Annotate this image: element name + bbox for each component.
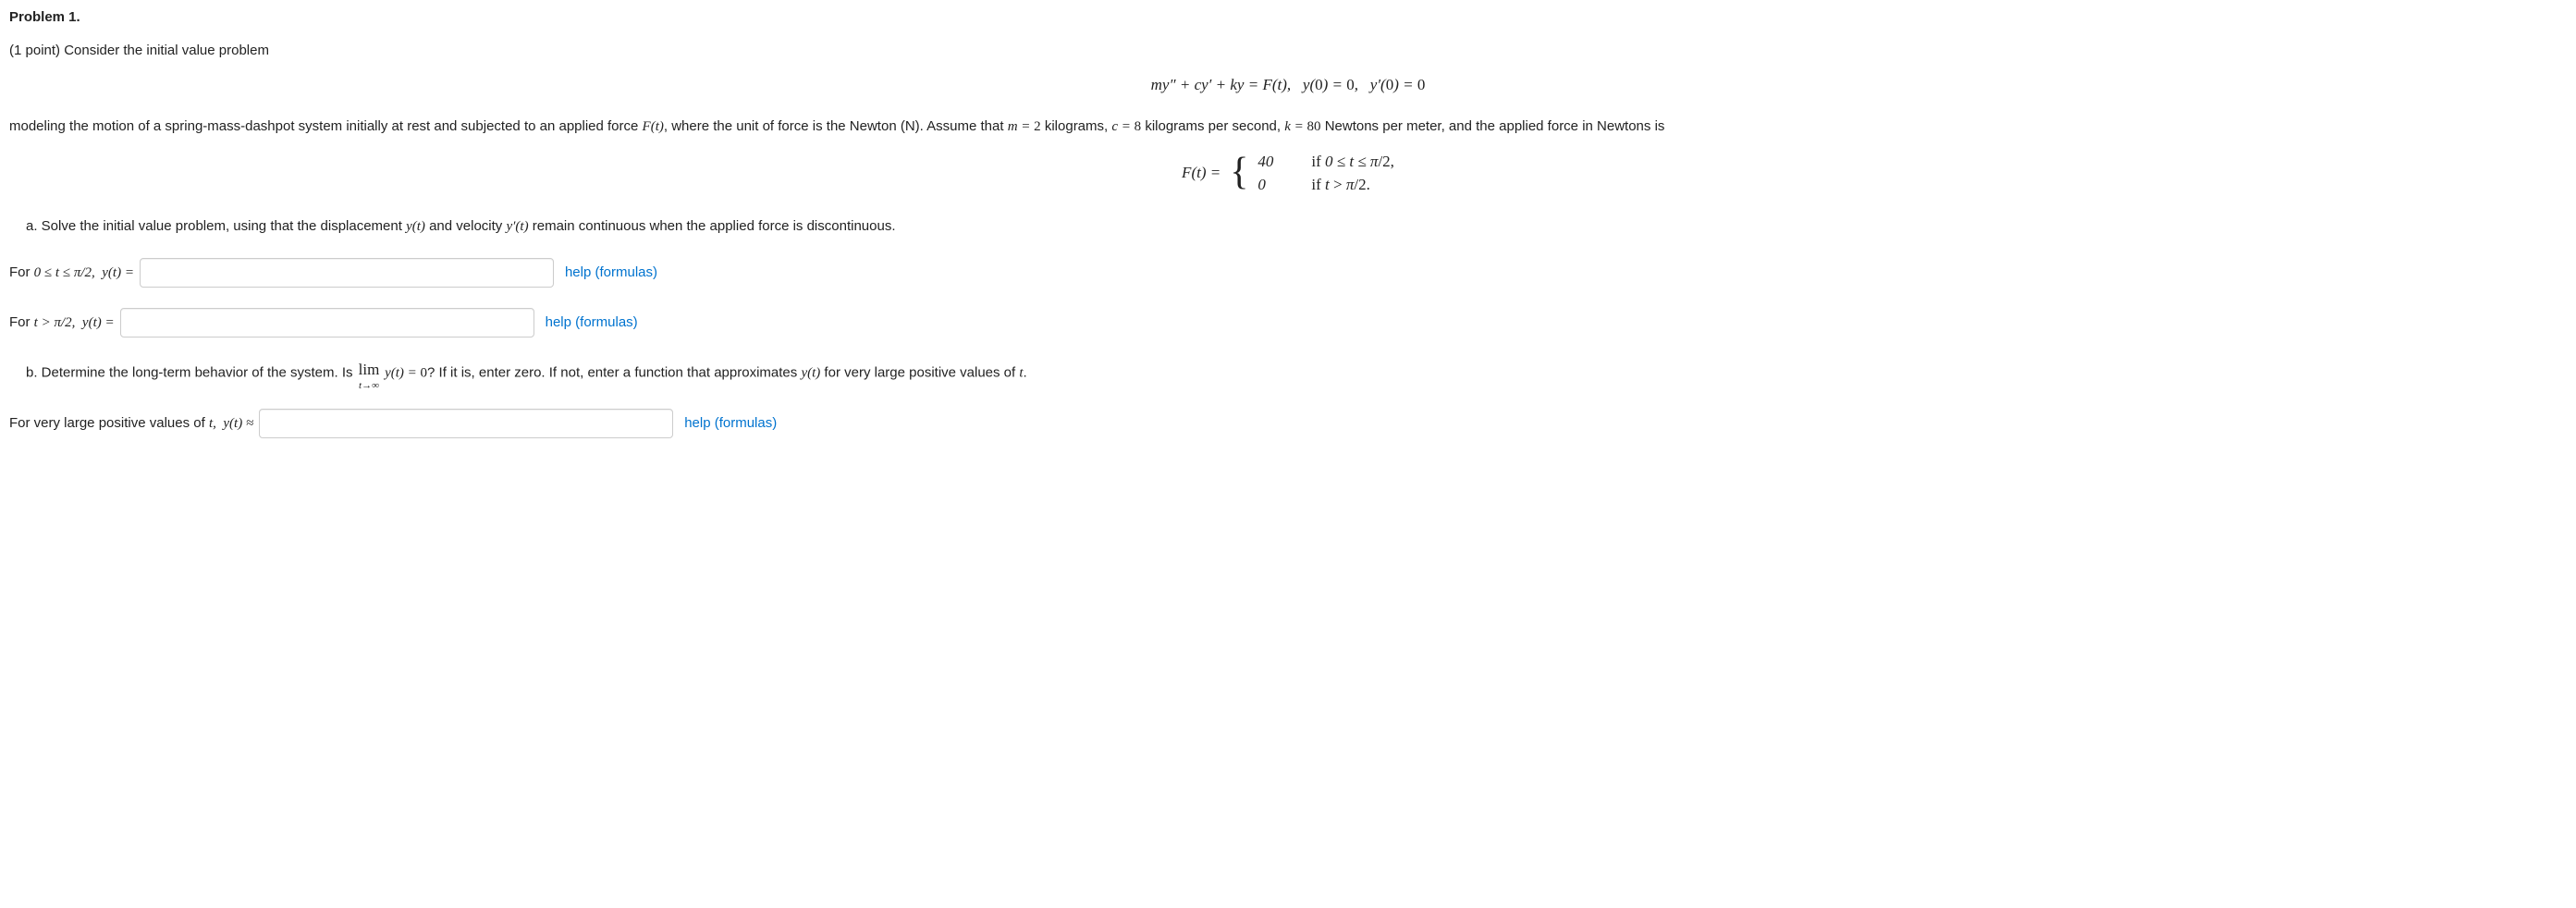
limit-arg: y(t) = 0 [381, 365, 427, 380]
piecewise-lhs: F(t) = [1182, 162, 1221, 185]
part-b-tail2: for very large positive values of [820, 364, 1019, 380]
setup-text-d: kilograms per second, [1141, 118, 1284, 134]
k-value: k = 80 [1284, 119, 1320, 134]
ode-equation: my″ + cy′ + ky = F(t), y(0) = 0, y′(0) =… [9, 74, 2567, 97]
help-link-2[interactable]: help (formulas) [546, 313, 638, 333]
help-link-3[interactable]: help (formulas) [684, 413, 777, 434]
part-b-tail3: . [1024, 364, 1027, 380]
y-of-t: y(t) [406, 219, 425, 234]
answer3-input[interactable] [259, 409, 673, 438]
answer-row-2: For t > π/2, y(t) = help (formulas) [9, 308, 2567, 337]
y-of-t-b: y(t) [801, 365, 820, 380]
part-b-tail: ? If it is, enter zero. If not, enter a … [427, 364, 801, 380]
intro-line: (1 point) Consider the initial value pro… [9, 41, 2567, 61]
part-b-text: b. Determine the long-term behavior of t… [26, 358, 2567, 388]
m-value: m = 2 [1008, 119, 1041, 134]
answer2-input[interactable] [120, 308, 534, 337]
setup-paragraph: modeling the motion of a spring-mass-das… [9, 117, 2567, 138]
part-a-tail: remain continuous when the applied force… [529, 218, 896, 234]
answer-row-3: For very large positive values of t, y(t… [9, 409, 2567, 438]
pw-val-1: 40 [1257, 151, 1280, 174]
part-a-text: a. Solve the initial value problem, usin… [26, 216, 2567, 238]
answer-row-1: For 0 ≤ t ≤ π/2, y(t) = help (formulas) [9, 258, 2567, 288]
answer1-label: For 0 ≤ t ≤ π/2, y(t) = [9, 263, 134, 284]
problem-title: Problem 1. [9, 7, 2567, 28]
piecewise-F: F(t) = { 40 if 0 ≤ t ≤ π/2, 0 if t > π/2… [9, 151, 2567, 196]
answer3-label: For very large positive values of t, y(t… [9, 413, 253, 435]
limit-symbol: limt→∞ [359, 362, 380, 392]
help-link-1[interactable]: help (formulas) [565, 263, 657, 283]
setup-text-e: Newtons per meter, and the applied force… [1321, 118, 1665, 134]
c-value: c = 8 [1111, 119, 1141, 134]
pw-val-2: 0 [1257, 174, 1280, 197]
yprime-of-t: y′(t) [506, 219, 528, 234]
part-a-lead: a. Solve the initial value problem, usin… [26, 218, 406, 234]
answer2-label: For t > π/2, y(t) = [9, 313, 115, 334]
setup-text-a: modeling the motion of a spring-mass-das… [9, 118, 643, 134]
F-of-t: F(t) [643, 119, 664, 134]
part-b-lead: b. Determine the long-term behavior of t… [26, 364, 357, 380]
setup-text-b: , where the unit of force is the Newton … [664, 118, 1008, 134]
part-a-mid: and velocity [425, 218, 507, 234]
left-brace-icon: { [1230, 153, 1248, 191]
pw-cond-1: if 0 ≤ t ≤ π/2, [1311, 151, 1394, 174]
answer1-input[interactable] [140, 258, 554, 288]
setup-text-c: kilograms, [1041, 118, 1112, 134]
pw-cond-2: if t > π/2. [1311, 174, 1369, 197]
